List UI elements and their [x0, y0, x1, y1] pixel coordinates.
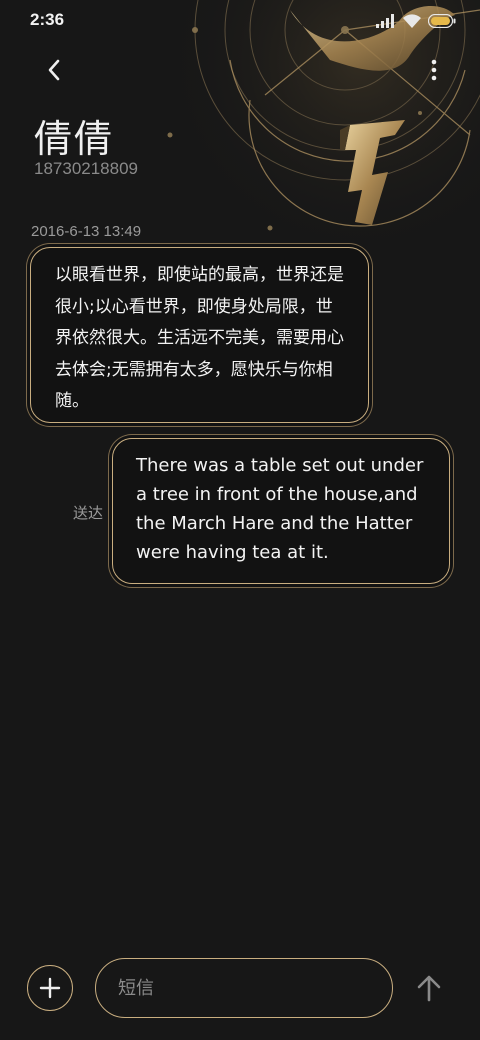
outgoing-message-bubble[interactable]: There was a table set out under a tree i… — [112, 438, 450, 584]
more-options-button[interactable] — [424, 50, 444, 90]
message-timestamp: 2016-6-13 13:49 — [31, 223, 142, 240]
delivery-status: 送达 — [73, 504, 104, 522]
more-vertical-icon — [431, 59, 437, 81]
status-icons — [376, 12, 456, 30]
signal-icon — [376, 14, 394, 28]
contact-number: 18730218809 — [34, 159, 139, 178]
battery-icon — [428, 14, 456, 28]
status-bar: 2:36 — [0, 0, 480, 40]
add-attachment-button[interactable] — [27, 965, 73, 1011]
sms-conversation-screen: 2:36 倩倩 18730218809 2016-6-13 13:49 以眼看世… — [0, 0, 480, 1040]
contact-name: 倩倩 — [34, 117, 115, 161]
chevron-left-icon — [48, 59, 60, 81]
message-text: 以眼看世界，即使站的最高，世界还是很小;以心看世界，即使身处局限，世界依然很大。… — [55, 265, 344, 411]
send-button[interactable] — [412, 970, 446, 1006]
status-time: 2:36 — [30, 10, 65, 29]
plus-icon — [39, 977, 61, 999]
message-input[interactable] — [95, 958, 393, 1018]
message-text: There was a table set out under a tree i… — [136, 455, 424, 563]
back-button[interactable] — [34, 50, 74, 90]
arrow-up-icon — [417, 975, 441, 1002]
wifi-icon — [403, 13, 421, 28]
incoming-message-bubble[interactable]: 以眼看世界，即使站的最高，世界还是很小;以心看世界，即使身处局限，世界依然很大。… — [30, 247, 369, 423]
